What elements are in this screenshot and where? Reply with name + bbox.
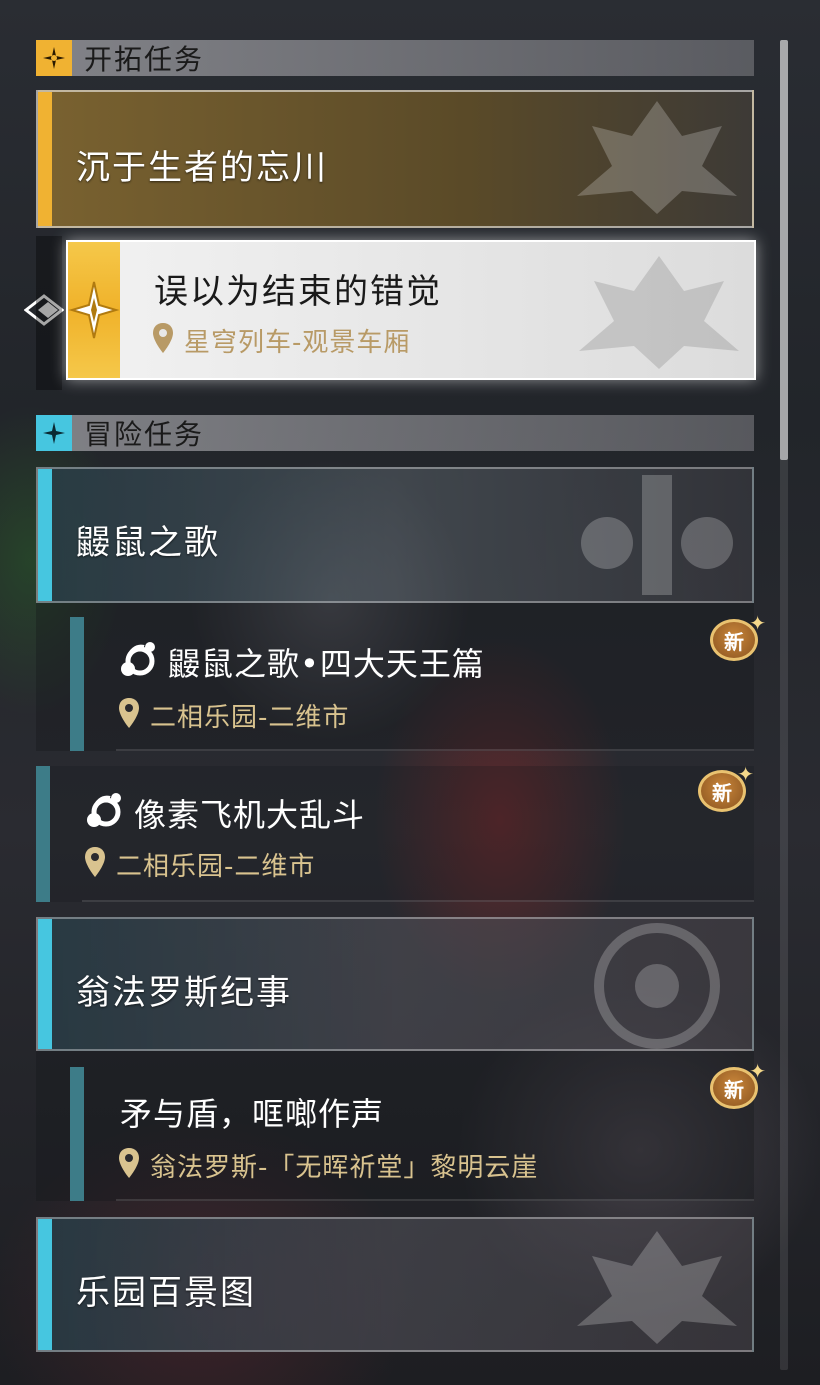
quest-group-amphoreus-chronicle[interactable]: 翁法罗斯纪事 — [36, 917, 754, 1051]
emblem-decoration-icon — [577, 1231, 737, 1344]
selected-track — [36, 236, 62, 390]
quest-item-title: 鼹鼠之歌•四大天王篇 — [168, 645, 485, 683]
active-quest-location: 星穹列车-观景车厢 — [184, 328, 411, 358]
sparkle-icon: ✦ — [749, 1059, 766, 1083]
quest-item-mole-song-kings[interactable]: 鼹鼠之歌•四大天王篇 二相乐园-二维市 新 ✦ — [36, 603, 766, 751]
divider — [116, 749, 754, 751]
quest-item-title: 矛与盾，哐啷作声 — [120, 1095, 385, 1133]
activity-icon — [87, 793, 121, 827]
active-quest-marker — [68, 242, 120, 378]
quest-group-title: 沉于生者的忘川 — [76, 148, 328, 188]
quest-item-location: 二相乐园-二维市 — [150, 703, 350, 733]
section-title: 冒险任务 — [84, 418, 205, 451]
quest-item-location: 二相乐园-二维市 — [116, 852, 316, 882]
sparkle-icon: ✦ — [737, 762, 754, 786]
section-header-trailblaze: 开拓任务 — [36, 40, 754, 76]
quest-group-title: 鼹鼠之歌 — [76, 523, 220, 563]
new-badge-icon: 新 ✦ — [708, 1059, 766, 1111]
active-quest-card[interactable]: 误以为结束的错觉 星穹列车-观景车厢 — [66, 240, 756, 380]
quest-item-spear-and-shield[interactable]: 矛与盾，哐啷作声 翁法罗斯-「无晖祈堂」黎明云崖 新 ✦ — [36, 1051, 766, 1201]
emblem-decoration-icon — [594, 923, 720, 1049]
section-header-adventure: 冒险任务 — [36, 415, 754, 451]
sparkle-icon: ✦ — [749, 611, 766, 635]
location-pin-icon — [119, 698, 139, 728]
quest-group-trailblaze-main[interactable]: 沉于生者的忘川 — [36, 90, 754, 228]
quest-group-title: 乐园百景图 — [76, 1273, 256, 1313]
quest-stripe — [38, 92, 52, 226]
section-title: 开拓任务 — [84, 43, 205, 76]
emblem-decoration-icon — [579, 256, 739, 369]
quest-stripe — [38, 919, 52, 1049]
quest-group-paradise-panorama[interactable]: 乐园百景图 — [36, 1217, 754, 1352]
divider — [82, 900, 754, 902]
new-badge-icon: 新 ✦ — [696, 762, 754, 814]
activity-icon — [121, 642, 155, 676]
quest-group-title: 翁法罗斯纪事 — [76, 973, 292, 1013]
active-quest-title: 误以为结束的错觉 — [154, 272, 442, 312]
emblem-decoration-icon — [581, 475, 733, 595]
location-pin-icon — [119, 1148, 139, 1178]
quest-item-title: 像素飞机大乱斗 — [134, 796, 366, 834]
new-badge-icon: 新 ✦ — [708, 611, 766, 663]
adventure-star-icon — [36, 415, 72, 451]
quest-stripe — [38, 469, 52, 601]
quest-item-bar — [36, 766, 50, 902]
quest-stripe — [38, 1219, 52, 1350]
scrollbar-thumb[interactable] — [780, 40, 788, 460]
quest-item-pixel-plane[interactable]: 像素飞机大乱斗 二相乐园-二维市 新 ✦ — [36, 762, 754, 902]
trailblaze-star-icon — [68, 281, 120, 339]
quest-item-bar — [70, 617, 84, 751]
scrollbar[interactable] — [780, 40, 788, 1370]
quest-item-bar — [70, 1067, 84, 1201]
quest-group-mole-song[interactable]: 鼹鼠之歌 — [36, 467, 754, 603]
emblem-decoration-icon — [577, 101, 737, 214]
trailblaze-star-icon — [36, 40, 72, 76]
location-pin-icon — [85, 847, 105, 877]
divider — [116, 1199, 754, 1201]
location-pin-icon — [153, 323, 173, 353]
quest-item-location: 翁法罗斯-「无晖祈堂」黎明云崖 — [150, 1153, 539, 1183]
